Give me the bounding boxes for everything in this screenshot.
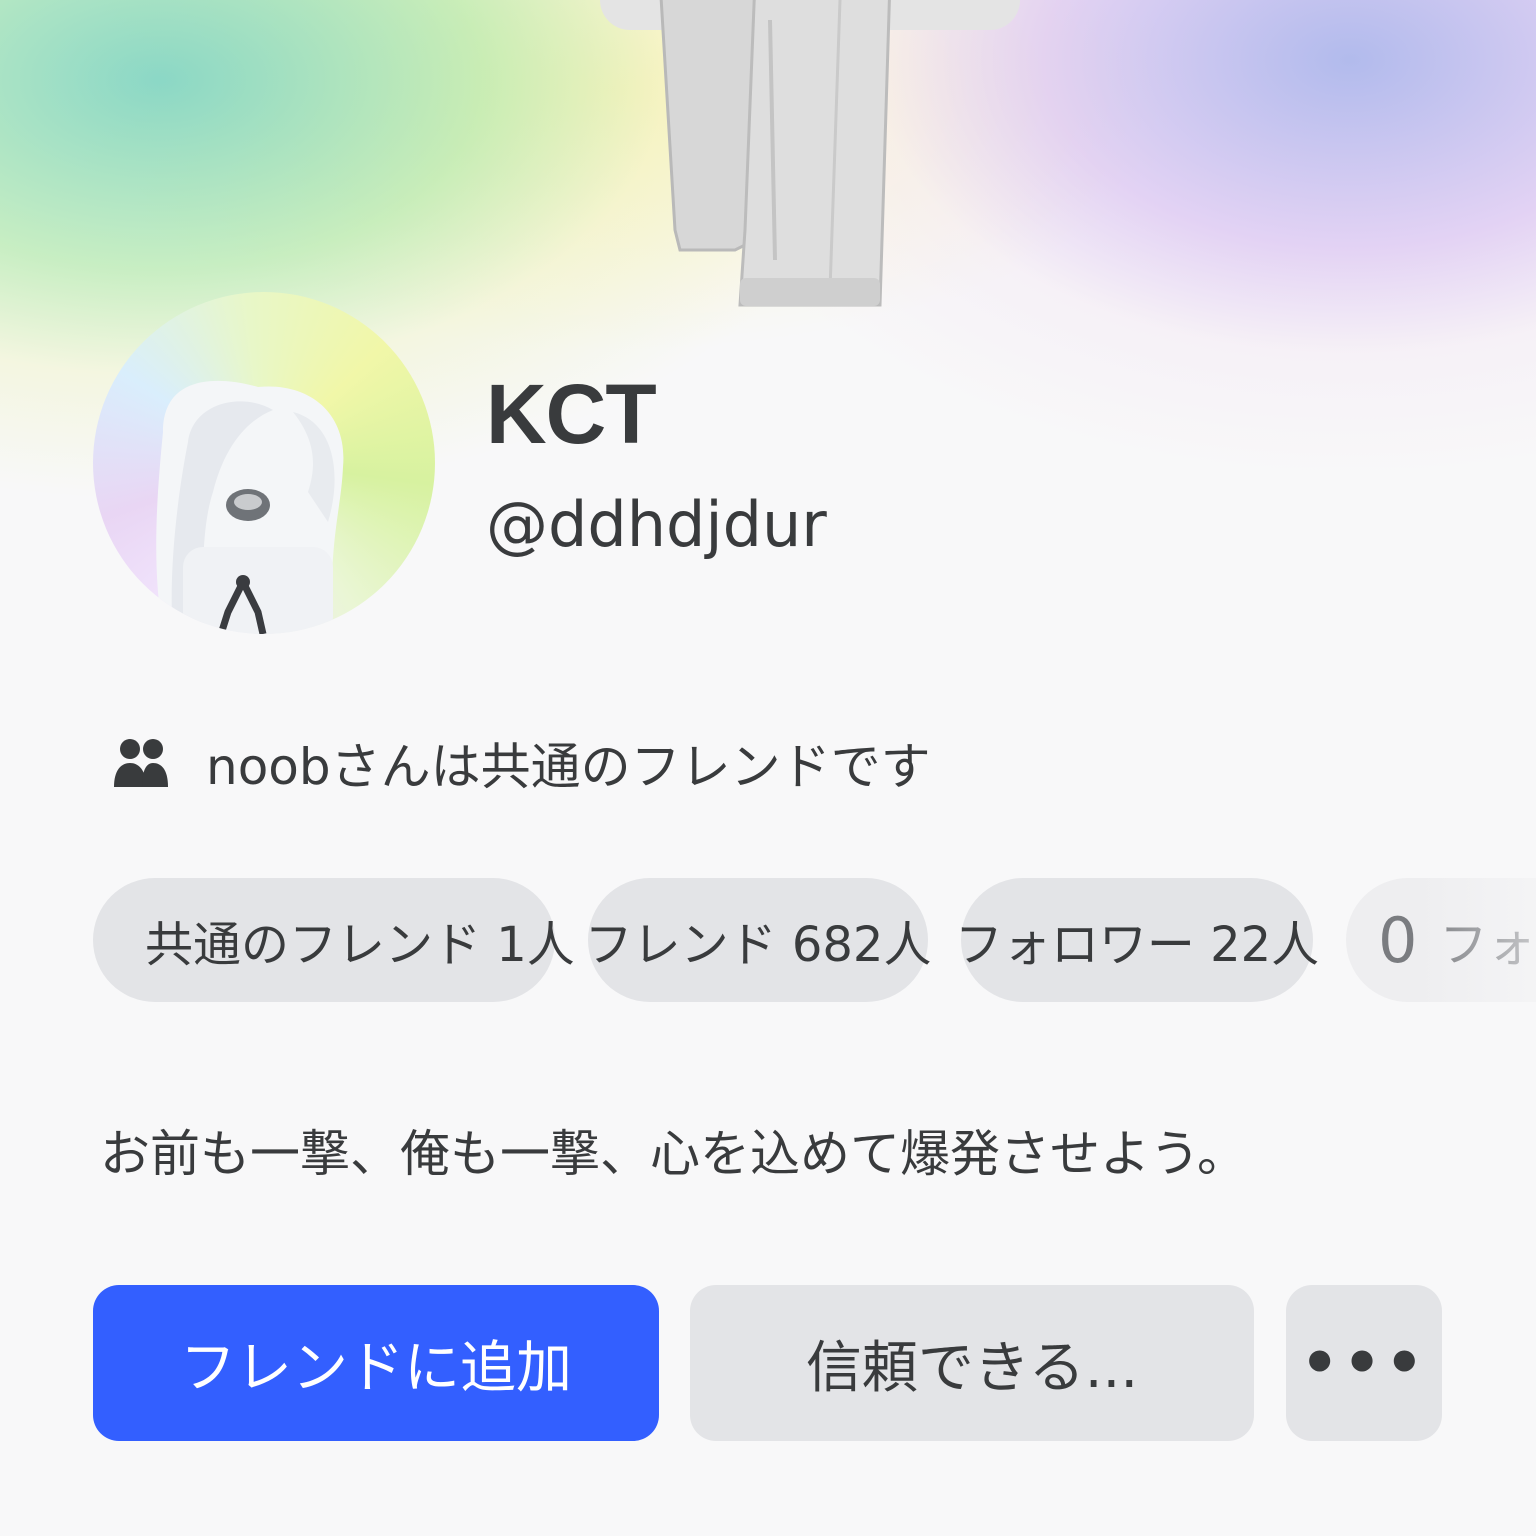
- following-count: 0: [1378, 903, 1418, 977]
- trust-label: 信頼できる...: [805, 1335, 1139, 1401]
- mutual-friends-pill[interactable]: 共通のフレンド 1人: [93, 878, 575, 1002]
- trust-button[interactable]: 信頼できる...: [690, 1285, 1254, 1441]
- mutual-friends-label: 共通のフレンド 1人: [145, 917, 575, 973]
- avatar-fullbody-image: [600, 0, 1020, 307]
- more-icon: •••: [1300, 1328, 1428, 1398]
- friends-count-pill[interactable]: フレンド 682人: [585, 878, 931, 1002]
- mutual-friend-row[interactable]: noobさんは共通のフレンドです: [112, 728, 931, 798]
- avatar-headshot-image: [156, 380, 344, 634]
- following-count-pill[interactable]: 0 フォロ: [1346, 878, 1536, 1002]
- followers-count-pill[interactable]: フォロワー 22人: [955, 878, 1319, 1002]
- following-label: フォロ: [1439, 917, 1536, 973]
- mutual-friend-text: noobさんは共通のフレンドです: [206, 738, 931, 796]
- username: @ddhdjdur: [486, 488, 827, 561]
- add-friend-label: フレンドに追加: [180, 1335, 572, 1401]
- more-button[interactable]: •••: [1286, 1285, 1442, 1441]
- add-friend-button[interactable]: フレンドに追加: [93, 1285, 659, 1441]
- friends-count-label: フレンド 682人: [584, 917, 932, 973]
- followers-count-label: フォロワー 22人: [954, 917, 1320, 973]
- profile-page: KCT @ddhdjdur noobさんは共通のフレンドです 共通のフレンド 1…: [0, 0, 1536, 1536]
- profile-bio: お前も一撃、俺も一撃、心を込めて爆発させよう。: [100, 1125, 1247, 1183]
- friends-icon: [114, 739, 168, 787]
- display-name: KCT: [486, 367, 657, 461]
- avatar-headshot[interactable]: [93, 292, 435, 634]
